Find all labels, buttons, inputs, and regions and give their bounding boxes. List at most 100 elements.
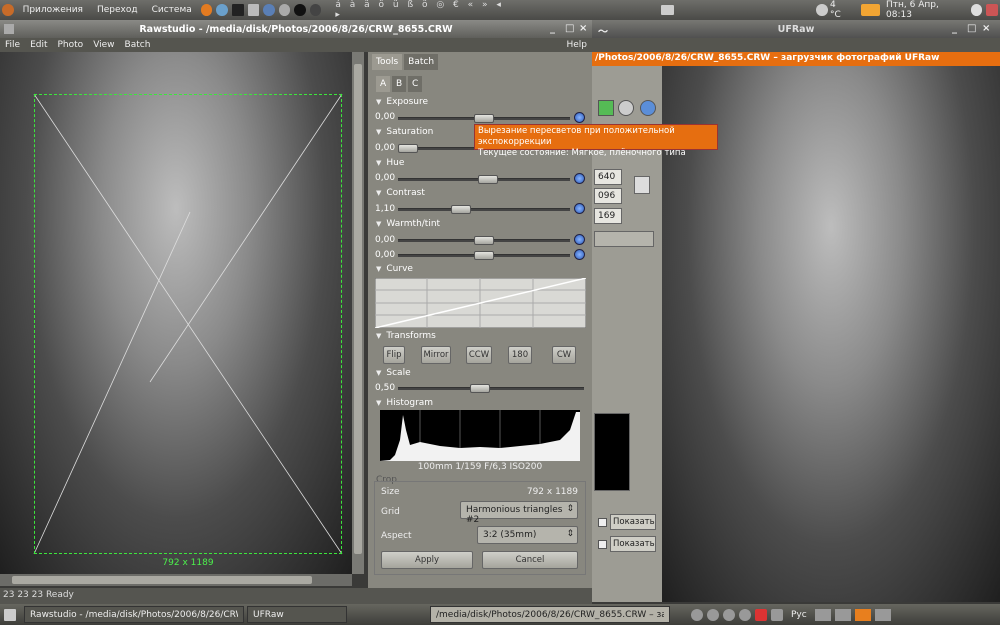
scrollbar-thumb[interactable] xyxy=(12,576,312,584)
penguin-icon[interactable] xyxy=(294,4,306,16)
cw-button[interactable]: CW xyxy=(552,346,576,364)
minimize-icon[interactable]: _ xyxy=(550,23,555,34)
system-menu[interactable]: Система xyxy=(145,5,199,15)
keyboard-layout-icon[interactable] xyxy=(860,4,881,16)
cancel-button[interactable]: Cancel xyxy=(482,551,578,569)
show-checkbox-2[interactable] xyxy=(598,540,607,549)
menu-edit[interactable]: Edit xyxy=(25,40,52,50)
ufraw-value-1[interactable]: 640 xyxy=(594,169,622,185)
tint-reset-icon[interactable] xyxy=(574,249,585,260)
workspace-3[interactable] xyxy=(854,608,871,621)
disc-icon[interactable] xyxy=(278,4,291,16)
scale-label[interactable]: Scale xyxy=(376,368,410,378)
mail-icon[interactable] xyxy=(247,4,260,16)
workspace-2[interactable] xyxy=(834,608,851,621)
maximize-icon[interactable]: □ xyxy=(565,23,574,34)
hue-knob[interactable] xyxy=(478,175,498,184)
eyedropper-icon[interactable] xyxy=(634,176,650,194)
gmail-icon[interactable] xyxy=(755,608,767,621)
keyboard-layout[interactable]: Рус xyxy=(791,610,807,620)
horizontal-scrollbar[interactable] xyxy=(0,574,352,586)
hue-reset-icon[interactable] xyxy=(574,173,585,184)
tab-tools[interactable]: Tools xyxy=(372,54,403,70)
places-menu[interactable]: Переход xyxy=(90,5,145,15)
flip-button[interactable]: Flip xyxy=(383,346,405,364)
tray-icon-4[interactable] xyxy=(739,608,751,621)
show-desktop-icon[interactable] xyxy=(4,608,16,621)
power-icon[interactable] xyxy=(263,4,275,16)
menu-batch[interactable]: Batch xyxy=(120,40,156,50)
close-icon[interactable]: × xyxy=(579,23,587,34)
contrast-knob[interactable] xyxy=(451,205,471,214)
window-menu-icon[interactable] xyxy=(4,24,14,34)
ufraw-combo[interactable] xyxy=(594,231,654,247)
ufraw-value-3[interactable]: 169 xyxy=(594,208,622,224)
taskbar-ufraw-loader[interactable]: /media/disk/Photos/2006/8/26/CRW_8655.CR… xyxy=(430,606,670,623)
exposure-slider[interactable] xyxy=(398,114,570,123)
reset-icon[interactable] xyxy=(640,100,656,116)
show-checkbox-1[interactable] xyxy=(598,518,607,527)
workspace-1[interactable] xyxy=(814,608,831,621)
applications-menu[interactable]: Приложения xyxy=(16,5,90,15)
exposure-label[interactable]: Exposure xyxy=(376,97,428,107)
quit-icon[interactable] xyxy=(986,4,998,16)
terminal-icon[interactable] xyxy=(231,4,244,16)
show-desktop-icon[interactable] xyxy=(660,5,675,15)
tray-icon-2[interactable] xyxy=(707,608,719,621)
curve-label[interactable]: Curve xyxy=(376,264,413,274)
rotate-180-button[interactable]: 180 xyxy=(508,346,532,364)
apply-button[interactable]: Apply xyxy=(381,551,473,569)
tint-knob[interactable] xyxy=(474,251,494,260)
window-menu-icon[interactable]: 〜 xyxy=(598,23,608,38)
volume-icon[interactable] xyxy=(970,4,983,16)
contrast-slider[interactable] xyxy=(398,205,570,214)
crop-rectangle[interactable] xyxy=(34,94,342,554)
vertical-scrollbar[interactable] xyxy=(352,52,364,574)
warmth-knob[interactable] xyxy=(474,236,494,245)
warmth-slider[interactable] xyxy=(398,236,570,245)
launcher-icon[interactable] xyxy=(216,4,228,16)
contrast-reset-icon[interactable] xyxy=(574,203,585,214)
ccw-button[interactable]: CCW xyxy=(466,346,492,364)
character-palette[interactable]: á à ä ö ü ß ö ◎ € « » ◂ ▸ xyxy=(335,0,511,20)
applet-icon[interactable] xyxy=(309,4,322,16)
saturation-label[interactable]: Saturation xyxy=(376,127,433,137)
contrast-label[interactable]: Contrast xyxy=(376,188,424,198)
mirror-button[interactable]: Mirror xyxy=(421,346,451,364)
firefox-icon[interactable] xyxy=(200,4,213,16)
aspect-select[interactable]: 3:2 (35mm) ⇕ xyxy=(477,526,578,544)
workspace-4[interactable] xyxy=(874,608,891,621)
clock[interactable]: Птн, 6 Апр, 08:13 xyxy=(886,0,965,20)
menu-help[interactable]: Help xyxy=(561,40,592,50)
minimize-icon[interactable]: _ xyxy=(952,23,957,34)
curve-editor[interactable] xyxy=(375,278,586,328)
grid-select[interactable]: Harmonious triangles #2 ⇕ xyxy=(460,501,578,525)
transforms-label[interactable]: Transforms xyxy=(376,331,435,341)
tab-b[interactable]: B xyxy=(392,76,406,92)
tray-icon-3[interactable] xyxy=(723,608,735,621)
scale-slider[interactable] xyxy=(398,384,584,393)
histogram-label[interactable]: Histogram xyxy=(376,398,433,408)
menu-view[interactable]: View xyxy=(88,40,119,50)
tint-slider[interactable] xyxy=(398,251,570,260)
tray-icon-1[interactable] xyxy=(691,608,703,621)
warmth-label[interactable]: Warmth/tint xyxy=(376,219,440,229)
taskbar-rawstudio[interactable]: Rawstudio - /media/disk/Photos/2006/8/26… xyxy=(24,606,244,623)
maximize-icon[interactable]: □ xyxy=(967,23,976,34)
exposure-knob[interactable] xyxy=(474,114,494,123)
menu-file[interactable]: File xyxy=(0,40,25,50)
exposure-reset-icon[interactable] xyxy=(574,112,585,123)
menu-photo[interactable]: Photo xyxy=(53,40,89,50)
show-button-1[interactable]: Показать xyxy=(610,514,656,530)
distro-logo-icon[interactable] xyxy=(2,4,14,16)
gear-icon[interactable] xyxy=(618,100,634,116)
saturation-knob[interactable] xyxy=(398,144,418,153)
warmth-reset-icon[interactable] xyxy=(574,234,585,245)
taskbar-ufraw[interactable]: UFRaw xyxy=(247,606,347,623)
tab-c[interactable]: C xyxy=(408,76,422,92)
ufraw-value-2[interactable]: 096 xyxy=(594,188,622,204)
vscrollbar-thumb[interactable] xyxy=(354,64,362,554)
hue-slider[interactable] xyxy=(398,175,570,184)
hue-label[interactable]: Hue xyxy=(376,158,404,168)
close-icon[interactable]: × xyxy=(982,23,990,34)
